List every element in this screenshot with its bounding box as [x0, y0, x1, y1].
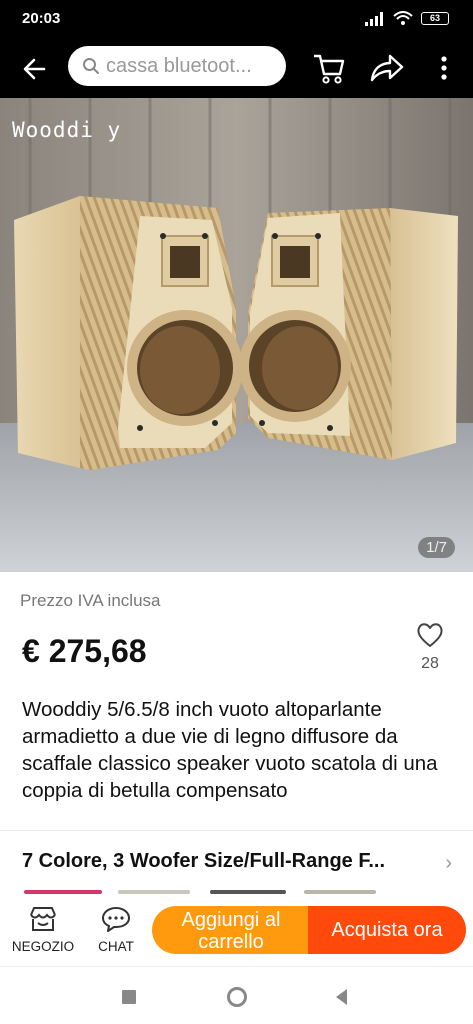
- chat-bubble-icon: [102, 907, 130, 932]
- status-bar: 20:03 63: [0, 0, 473, 40]
- cart-button[interactable]: [310, 50, 348, 86]
- store-label: NEGOZIO: [11, 939, 75, 954]
- share-button[interactable]: [366, 50, 406, 86]
- speaker-pair-illustration: [0, 98, 473, 572]
- top-app-bar: cassa bluetoot...: [0, 40, 473, 98]
- chat-label: CHAT: [98, 939, 134, 954]
- search-icon: [83, 58, 99, 74]
- more-vertical-icon: [441, 56, 447, 80]
- price-note: Prezzo IVA inclusa: [20, 591, 161, 610]
- status-time: 20:03: [22, 10, 61, 27]
- variant-thumb[interactable]: [118, 890, 190, 894]
- signal-icon: [365, 11, 383, 26]
- chevron-right-icon: ›: [445, 852, 452, 874]
- cart-icon: [314, 54, 345, 84]
- chat-button[interactable]: CHAT: [90, 906, 142, 958]
- variant-thumb[interactable]: [24, 890, 102, 894]
- back-nav-icon[interactable]: [330, 985, 354, 1009]
- buy-now-button[interactable]: Acquista ora: [308, 906, 466, 954]
- variant-label: 7 Colore, 3 Woofer Size/Full-Range F...: [22, 850, 386, 872]
- store-button[interactable]: NEGOZIO: [10, 906, 76, 958]
- product-title: Wooddiy 5/6.5/8 inch vuoto altoparlante …: [22, 698, 438, 802]
- variant-thumb[interactable]: [304, 890, 376, 894]
- image-counter: 1/7: [418, 537, 455, 558]
- more-button[interactable]: [430, 50, 458, 86]
- wishlist-count: 28: [421, 655, 439, 672]
- battery-icon: 63: [421, 12, 449, 25]
- arrow-left-icon: [23, 58, 46, 80]
- search-input[interactable]: cassa bluetoot...: [68, 46, 286, 86]
- system-nav-bar: [0, 966, 473, 1024]
- variant-selector[interactable]: 7 Colore, 3 Woofer Size/Full-Range F... …: [22, 850, 452, 880]
- heart-icon: [417, 623, 443, 647]
- recents-icon[interactable]: [117, 985, 141, 1009]
- home-icon[interactable]: [225, 985, 249, 1009]
- product-image[interactable]: Wooddi y 1/7: [0, 98, 473, 572]
- variant-thumb[interactable]: [210, 890, 286, 894]
- product-price: € 275,68: [22, 633, 147, 669]
- bottom-action-bar: NEGOZIO CHAT Aggiungi al carrello Acquis…: [0, 896, 473, 966]
- add-to-cart-button[interactable]: Aggiungi al carrello: [152, 906, 310, 954]
- brand-watermark: Wooddi y: [12, 118, 122, 142]
- store-icon: [30, 907, 56, 931]
- search-placeholder: cassa bluetoot...: [106, 54, 252, 77]
- divider: [0, 830, 473, 831]
- wishlist-button[interactable]: 28: [412, 622, 448, 684]
- status-icons: 63: [365, 11, 449, 26]
- share-icon: [370, 54, 404, 82]
- back-button[interactable]: [18, 52, 52, 86]
- wifi-icon: [393, 11, 413, 25]
